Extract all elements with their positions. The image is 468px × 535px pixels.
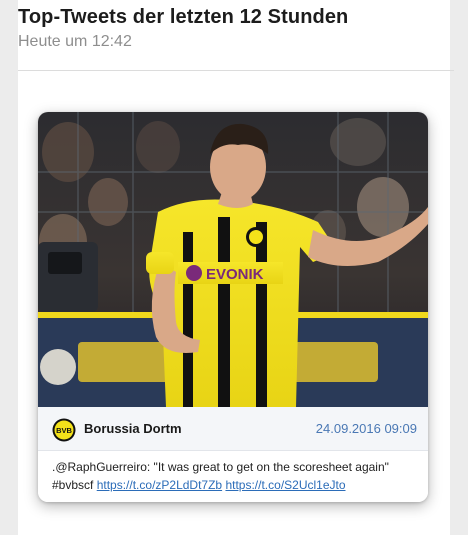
tweet-link-1[interactable]: https://t.co/zP2LdDt7Zb bbox=[97, 478, 222, 492]
tweet-hashtag[interactable]: #bvbscf bbox=[52, 478, 93, 492]
page-title: Top-Tweets der letzten 12 Stunden bbox=[18, 6, 349, 28]
tweet-photo[interactable]: EVONIK bbox=[38, 112, 428, 407]
divider bbox=[18, 70, 454, 71]
tweet-author[interactable]: Borussia Dortm bbox=[84, 421, 182, 436]
tweet-text-line: .@RaphGuerreiro: "It was great to get on… bbox=[52, 460, 389, 474]
tweet-date[interactable]: 24.09.2016 09:09 bbox=[316, 421, 417, 436]
tweet-text: .@RaphGuerreiro: "It was great to get on… bbox=[52, 458, 420, 494]
tweet-link-2[interactable]: https://t.co/S2Ucl1eJto bbox=[225, 478, 345, 492]
sponsor-text: EVONIK bbox=[206, 266, 264, 283]
tweet-hashtag-line: #bvbscf https://t.co/zP2LdDt7Zb https://… bbox=[52, 476, 420, 494]
tweet-card[interactable]: EVONIK BVB Borussia Dortm 24.09.2016 09:… bbox=[38, 112, 428, 502]
tweet-header: BVB Borussia Dortm 24.09.2016 09:09 bbox=[38, 407, 428, 451]
bvb-logo-icon[interactable]: BVB bbox=[52, 418, 76, 442]
timestamp: Heute um 12:42 bbox=[18, 33, 132, 50]
tweet-body: BVB Borussia Dortm 24.09.2016 09:09 .@Ra… bbox=[38, 407, 428, 502]
logo-text: BVB bbox=[56, 426, 72, 435]
